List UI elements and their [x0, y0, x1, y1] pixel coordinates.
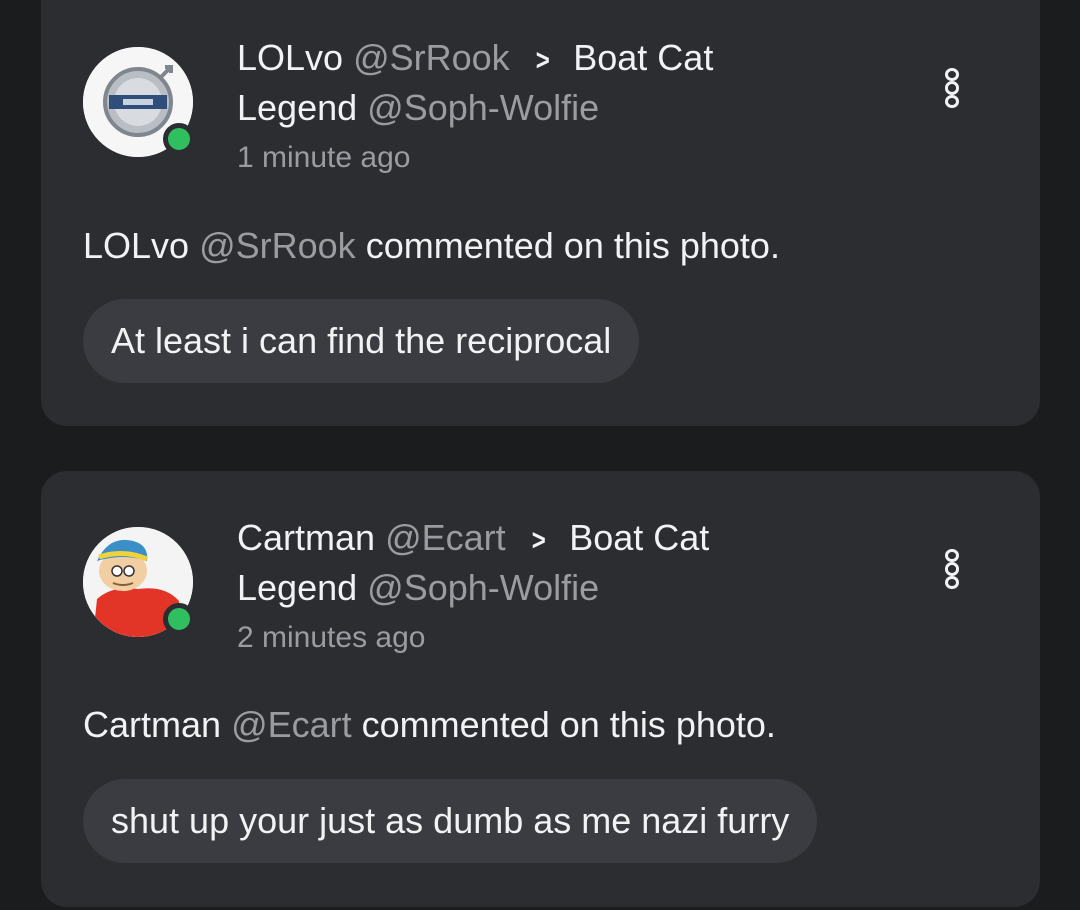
activity-author-handle[interactable]: @Ecart: [231, 704, 352, 745]
activity-text: Cartman @Ecart commented on this photo.: [83, 703, 776, 747]
target-handle[interactable]: @Soph-Wolfie: [367, 87, 599, 128]
online-status-dot: [163, 603, 195, 635]
author-handle[interactable]: @SrRook: [353, 37, 510, 78]
activity-author-name[interactable]: LOLvo: [83, 225, 189, 266]
author-handle[interactable]: @Ecart: [385, 517, 506, 558]
avatar[interactable]: [83, 527, 195, 637]
target-name[interactable]: Boat Cat: [569, 517, 709, 558]
activity-description: commented on this photo.: [361, 704, 776, 745]
more-vertical-icon[interactable]: [944, 68, 960, 108]
author-name[interactable]: Cartman: [237, 517, 375, 558]
comment-bubble[interactable]: shut up your just as dumb as me nazi fur…: [83, 779, 818, 863]
target-handle[interactable]: @Soph-Wolfie: [367, 567, 599, 608]
avatar[interactable]: [83, 47, 195, 157]
timestamp: 1 minute ago: [237, 141, 411, 174]
notification-card[interactable]: Cartman @Ecart > Boat Cat Legend @Soph-W…: [41, 471, 1040, 907]
notification-header: LOLvo @SrRook > Boat Cat Legend @Soph-Wo…: [237, 34, 877, 182]
chevron-right-icon: >: [531, 524, 546, 557]
target-name-cont[interactable]: Legend: [237, 87, 357, 128]
comment-bubble[interactable]: At least i can find the reciprocal: [83, 299, 640, 383]
more-vertical-icon[interactable]: [944, 549, 960, 589]
activity-text: LOLvo @SrRook commented on this photo.: [83, 224, 780, 268]
author-name[interactable]: LOLvo: [237, 37, 343, 78]
activity-description: commented on this photo.: [365, 225, 780, 266]
chevron-right-icon: >: [535, 44, 550, 77]
target-name-cont[interactable]: Legend: [237, 567, 357, 608]
target-name[interactable]: Boat Cat: [573, 37, 713, 78]
notification-header: Cartman @Ecart > Boat Cat Legend @Soph-W…: [237, 514, 877, 662]
notification-feed: LOLvo @SrRook > Boat Cat Legend @Soph-Wo…: [0, 0, 1080, 910]
online-status-dot: [163, 123, 195, 155]
notification-card[interactable]: LOLvo @SrRook > Boat Cat Legend @Soph-Wo…: [41, 0, 1040, 426]
timestamp: 2 minutes ago: [237, 621, 426, 654]
activity-author-handle[interactable]: @SrRook: [199, 225, 356, 266]
activity-author-name[interactable]: Cartman: [83, 704, 221, 745]
